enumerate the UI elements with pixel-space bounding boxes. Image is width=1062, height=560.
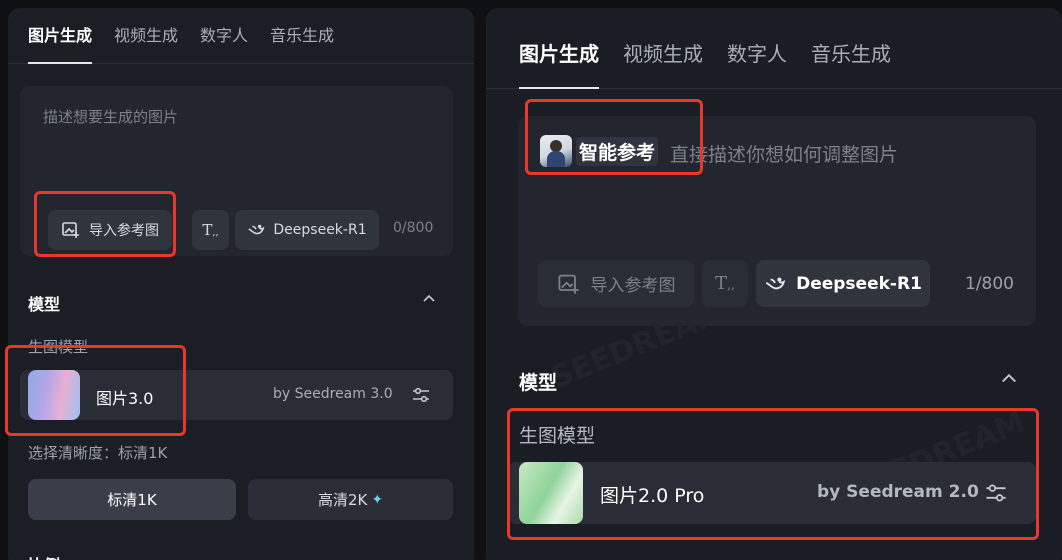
resolution-option-1k[interactable]: 标清1K [28, 479, 236, 520]
left-import-label: 导入参考图 [89, 223, 159, 239]
left-tab-video[interactable]: 视频生成 [114, 8, 178, 63]
left-tab-digital-human[interactable]: 数字人 [200, 8, 248, 63]
left-model-card[interactable]: 图片3.0 by Seedream 3.0 [20, 370, 453, 420]
right-tab-music[interactable]: 音乐生成 [811, 20, 891, 88]
right-model-name: 图片2.0 Pro [600, 485, 705, 507]
sliders-icon[interactable] [984, 482, 1008, 508]
right-model-sub-label: 生图模型 [519, 425, 596, 447]
left-model-sub-label: 生图模型 [28, 338, 89, 356]
left-import-button[interactable]: 导入参考图 [48, 210, 172, 250]
deepseek-whale-icon [247, 221, 265, 239]
chevron-up-icon[interactable] [421, 291, 437, 311]
left-panel: 图片生成 视频生成 数字人 音乐生成 描述想要生成的图片 导入参考图 T,, D… [8, 8, 474, 560]
chevron-up-icon[interactable] [999, 369, 1019, 393]
right-prompt-placeholder[interactable]: 直接描述你想如何调整图片 [670, 140, 898, 167]
deepseek-whale-icon [764, 273, 786, 295]
right-tab-video[interactable]: 视频生成 [623, 20, 703, 88]
right-tab-digital-human[interactable]: 数字人 [727, 20, 787, 88]
import-image-icon [557, 272, 581, 296]
smart-reference-tag[interactable]: 智能参考 [540, 135, 659, 167]
left-text-format-button[interactable]: T,, [192, 210, 229, 250]
right-tabs: 图片生成 视频生成 数字人 音乐生成 [486, 20, 1062, 89]
left-deepseek-label: Deepseek-R1 [273, 222, 367, 238]
right-deepseek-label: Deepseek-R1 [796, 273, 922, 294]
resolution-option-2k[interactable]: 高清2K ✦ [248, 479, 453, 520]
right-model-title: 模型 [519, 372, 558, 394]
right-import-label: 导入参考图 [590, 276, 676, 296]
left-tabs: 图片生成 视频生成 数字人 音乐生成 [8, 8, 474, 64]
right-text-format-button[interactable]: T,, [702, 260, 748, 307]
left-prompt-box[interactable]: 描述想要生成的图片 导入参考图 T,, Deepseek-R1 0/800 [20, 86, 453, 256]
sparkle-icon: ✦ [371, 491, 384, 508]
right-import-button[interactable]: 导入参考图 [538, 260, 694, 307]
left-model-by: by Seedream 3.0 [273, 386, 393, 402]
right-model-card[interactable]: 图片2.0 Pro by Seedream 2.0 [508, 462, 1036, 524]
resolution-option-2k-label: 高清2K [317, 491, 368, 509]
left-char-counter: 0/800 [393, 220, 434, 236]
sliders-icon[interactable] [411, 386, 431, 408]
right-prompt-box[interactable]: 智能参考 直接描述你想如何调整图片 导入参考图 T,, Deepseek-R1 … [518, 116, 1036, 326]
right-deepseek-button[interactable]: Deepseek-R1 [756, 260, 930, 307]
right-tab-image[interactable]: 图片生成 [519, 20, 599, 89]
text-format-icon: T,, [202, 221, 219, 239]
left-prompt-placeholder[interactable]: 描述想要生成的图片 [43, 106, 178, 127]
left-model-title: 模型 [28, 295, 61, 314]
right-panel: SEEDREAM SEEDREAM SEEDREAM 图片生成 视频生成 数字人… [486, 8, 1062, 560]
import-image-icon [61, 220, 81, 240]
right-model-by: by Seedream 2.0 [817, 482, 979, 502]
model-thumbnail [519, 462, 583, 524]
reference-avatar [540, 135, 572, 167]
left-tab-music[interactable]: 音乐生成 [270, 8, 334, 63]
model-thumbnail [28, 370, 80, 420]
left-deepseek-button[interactable]: Deepseek-R1 [235, 210, 379, 250]
left-ratio-title: 比例 [28, 552, 60, 560]
left-model-name: 图片3.0 [96, 389, 154, 408]
right-char-counter: 1/800 [965, 274, 1014, 294]
left-tab-image[interactable]: 图片生成 [28, 8, 93, 64]
resolution-option-1k-label: 标清1K [107, 491, 157, 509]
text-format-icon: T,, [715, 273, 735, 294]
smart-reference-label: 智能参考 [576, 136, 659, 166]
left-resolution-label: 选择清晰度：标清1K [28, 444, 168, 462]
